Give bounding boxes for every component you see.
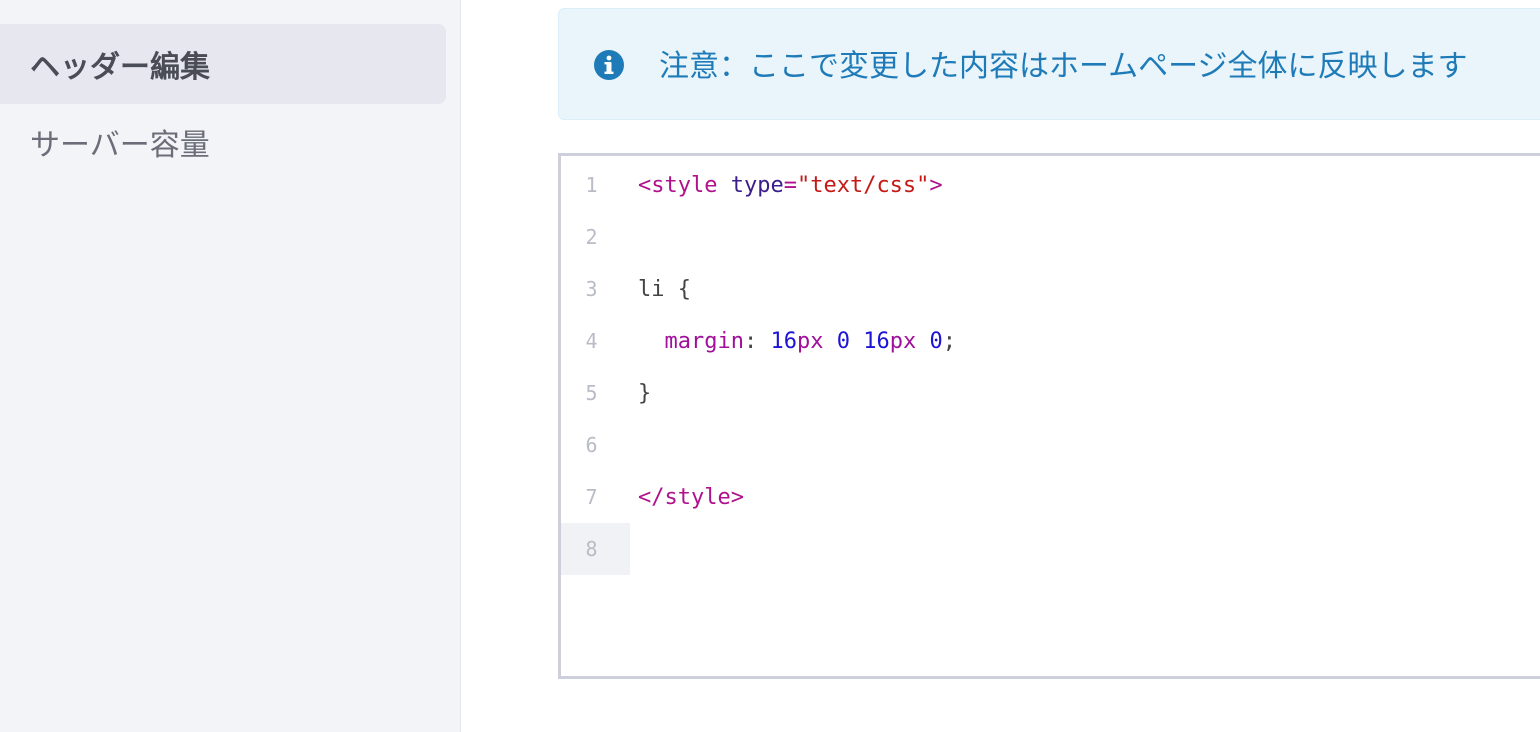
line-number: 1 bbox=[585, 173, 598, 197]
sidebar: ヘッダー編集 サーバー容量 bbox=[0, 0, 461, 732]
line-number: 5 bbox=[585, 381, 598, 405]
token-eq: = bbox=[783, 172, 797, 198]
token-plain: } bbox=[638, 380, 652, 406]
sidebar-item-label: サーバー容量 bbox=[30, 128, 210, 163]
line-number: 4 bbox=[585, 329, 598, 353]
code-line[interactable]: 1 <style type="text/css"> bbox=[561, 159, 1540, 211]
token-property: margin bbox=[664, 328, 744, 354]
notice-text: 注意：ここで変更した内容はホームページ全体に反映します bbox=[659, 49, 1468, 84]
code-line[interactable]: 4 margin: 16px 0 16px 0; bbox=[561, 315, 1540, 367]
token-attr: type bbox=[730, 172, 784, 198]
token-string: "text/css" bbox=[796, 172, 930, 198]
code-text: margin: 16px 0 16px 0; bbox=[630, 329, 956, 354]
code-line-current[interactable]: 8 bbox=[561, 523, 1540, 575]
code-text: li { bbox=[630, 277, 691, 302]
line-number: 2 bbox=[585, 225, 598, 249]
token-tag: > bbox=[929, 172, 943, 198]
code-line[interactable]: 6 bbox=[561, 419, 1540, 471]
token-colon: : bbox=[743, 328, 771, 354]
token-tag: <style bbox=[638, 172, 718, 198]
token-tag: </style> bbox=[638, 484, 744, 510]
code-text: </style> bbox=[630, 485, 744, 510]
sidebar-item-label: ヘッダー編集 bbox=[30, 50, 210, 85]
token-number: 0 bbox=[836, 328, 850, 354]
sidebar-item-header-edit[interactable]: ヘッダー編集 bbox=[0, 24, 446, 104]
token-number: 16 bbox=[770, 328, 797, 354]
token-semicolon: ; bbox=[942, 328, 956, 354]
notice-banner: 注意：ここで変更した内容はホームページ全体に反映します bbox=[558, 8, 1540, 120]
line-number: 3 bbox=[585, 277, 598, 301]
line-number: 7 bbox=[585, 485, 598, 509]
info-circle-icon bbox=[594, 50, 624, 80]
token-unit: px bbox=[796, 328, 824, 354]
token-plain: li { bbox=[638, 276, 691, 302]
code-line[interactable]: 2 bbox=[561, 211, 1540, 263]
code-line[interactable]: 7 </style> bbox=[561, 471, 1540, 523]
line-number: 8 bbox=[561, 523, 630, 575]
token-unit: px bbox=[889, 328, 917, 354]
sidebar-item-server-capacity[interactable]: サーバー容量 bbox=[0, 102, 446, 182]
code-line[interactable]: 3 li { bbox=[561, 263, 1540, 315]
token-number: 16 bbox=[863, 328, 890, 354]
line-number: 6 bbox=[585, 433, 598, 457]
code-text: } bbox=[630, 381, 651, 406]
code-editor[interactable]: 1 <style type="text/css"> 2 3 li { 4 mar… bbox=[558, 153, 1540, 679]
code-text: <style type="text/css"> bbox=[630, 173, 943, 198]
code-line[interactable]: 5 } bbox=[561, 367, 1540, 419]
main-content: 注意：ここで変更した内容はホームページ全体に反映します 1 <style typ… bbox=[461, 0, 1540, 732]
token-number: 0 bbox=[929, 328, 943, 354]
